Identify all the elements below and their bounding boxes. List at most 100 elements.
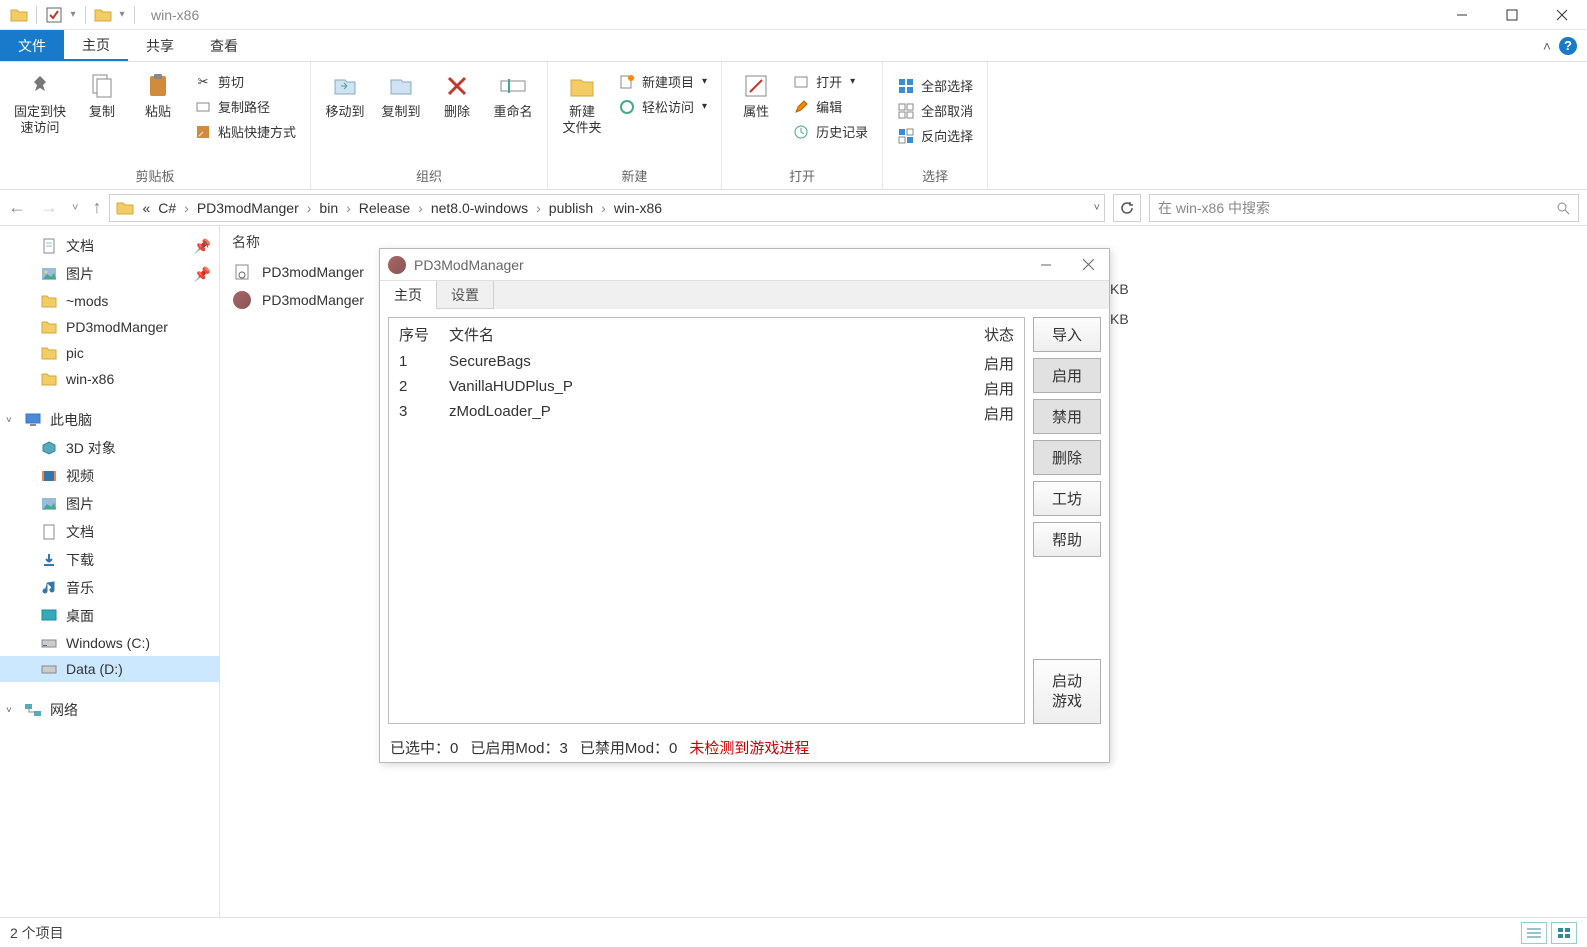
workshop-button[interactable]: 工坊 [1033, 481, 1101, 516]
breadcrumb-item[interactable]: net8.0-windows [431, 200, 528, 216]
tab-file[interactable]: 文件 [0, 30, 64, 61]
breadcrumb[interactable]: « C#› PD3modManger› bin› Release› net8.0… [109, 194, 1105, 222]
breadcrumb-item[interactable]: C# [158, 200, 176, 216]
sidebar-item[interactable]: 文档📌 [0, 232, 219, 260]
copy-button[interactable]: 复制 [76, 66, 128, 124]
up-button[interactable]: ↑ [92, 197, 101, 218]
chevron-down-icon[interactable]: ˅ [1094, 202, 1100, 214]
tab-settings[interactable]: 设置 [437, 281, 494, 309]
sidebar-item[interactable]: 桌面 [0, 602, 219, 630]
mod-table[interactable]: 序号 文件名 状态 1SecureBags启用 2VanillaHUDPlus_… [388, 317, 1025, 724]
refresh-button[interactable] [1113, 194, 1141, 222]
dropdown-icon[interactable]: ▾ [116, 4, 128, 26]
tab-view[interactable]: 查看 [192, 30, 256, 61]
select-none-button[interactable]: 全部取消 [891, 99, 979, 122]
close-button[interactable] [1537, 0, 1587, 30]
sidebar-item[interactable]: pic [0, 340, 219, 366]
launch-game-button[interactable]: 启动 游戏 [1033, 659, 1101, 724]
forward-button[interactable]: → [40, 197, 58, 218]
sidebar-item[interactable]: ~mods [0, 288, 219, 314]
chevron-up-icon[interactable]: ˄ [201, 236, 209, 252]
back-button[interactable]: ← [8, 197, 26, 218]
size-suffix: KB [1110, 311, 1129, 327]
dropdown-icon[interactable]: ▾ [67, 4, 79, 26]
app-titlebar[interactable]: PD3ModManager [380, 249, 1109, 281]
breadcrumb-item[interactable]: PD3modManger [197, 200, 299, 216]
paste-shortcut-button[interactable]: 粘贴快捷方式 [188, 120, 302, 143]
sidebar-network[interactable]: ˅网络 [0, 696, 219, 724]
sidebar-item[interactable]: PD3modManger [0, 314, 219, 340]
breadcrumb-item[interactable]: bin [319, 200, 338, 216]
sidebar-item[interactable]: 音乐 [0, 574, 219, 602]
delete-button[interactable]: 删除 [431, 66, 483, 124]
folder-icon[interactable] [92, 4, 114, 26]
recent-dropdown[interactable]: ˅ [72, 202, 78, 214]
delete-button[interactable]: 删除 [1033, 440, 1101, 475]
sidebar-item[interactable]: Data (D:) [0, 656, 219, 682]
breadcrumb-item[interactable]: Release [359, 200, 410, 216]
breadcrumb-item[interactable]: win-x86 [614, 200, 662, 216]
tab-home[interactable]: 主页 [64, 30, 128, 61]
mod-row[interactable]: 3zModLoader_P启用 [389, 401, 1024, 426]
new-folder-button[interactable]: 新建 文件夹 [556, 66, 608, 139]
delete-icon [441, 70, 473, 102]
checkbox-icon[interactable] [43, 4, 65, 26]
sidebar-item[interactable]: 文档 [0, 518, 219, 546]
sidebar-this-pc[interactable]: ˅此电脑 [0, 406, 219, 434]
cut-button[interactable]: ✂剪切 [188, 70, 302, 93]
sidebar-item[interactable]: win-x86 [0, 366, 219, 392]
select-all-button[interactable]: 全部选择 [891, 74, 979, 97]
import-button[interactable]: 导入 [1033, 317, 1101, 352]
disable-button[interactable]: 禁用 [1033, 399, 1101, 434]
sidebar-item[interactable]: 下载 [0, 546, 219, 574]
group-new: 新建 文件夹 新建项目▾ 轻松访问▾ 新建 [548, 62, 722, 189]
close-button[interactable] [1067, 249, 1109, 281]
breadcrumb-overflow[interactable]: « [138, 200, 154, 216]
invert-selection-button[interactable]: 反向选择 [891, 124, 979, 147]
enable-button[interactable]: 启用 [1033, 358, 1101, 393]
maximize-button[interactable] [1487, 0, 1537, 30]
group-label: 选择 [891, 164, 979, 187]
open-button[interactable]: 打开▾ [786, 70, 874, 93]
chevron-right-icon: › [532, 200, 545, 216]
help-icon[interactable]: ? [1559, 37, 1577, 55]
tab-share[interactable]: 共享 [128, 30, 192, 61]
computer-icon [24, 411, 42, 429]
sidebar-item[interactable]: 视频 [0, 462, 219, 490]
sidebar-item[interactable]: Windows (C:) [0, 630, 219, 656]
breadcrumb-item[interactable]: publish [549, 200, 593, 216]
mod-row[interactable]: 1SecureBags启用 [389, 351, 1024, 376]
app-side-buttons: 导入 启用 禁用 删除 工坊 帮助 启动 游戏 [1033, 317, 1101, 724]
search-input[interactable]: 在 win-x86 中搜索 [1149, 194, 1579, 222]
pin-quick-access-button[interactable]: 固定到快 速访问 [8, 66, 72, 139]
explorer-status-bar: 2 个项目 [0, 917, 1587, 947]
details-view-button[interactable] [1521, 922, 1547, 944]
chevron-down-icon[interactable]: ˅ [6, 415, 12, 426]
rename-button[interactable]: 重命名 [487, 66, 539, 124]
path-icon [194, 98, 212, 116]
mod-row[interactable]: 2VanillaHUDPlus_P启用 [389, 376, 1024, 401]
drive-icon [40, 660, 58, 678]
sidebar-item[interactable]: 图片📌 [0, 260, 219, 288]
shortcut-icon [194, 123, 212, 141]
easy-access-button[interactable]: 轻松访问▾ [612, 95, 713, 118]
history-button[interactable]: 历史记录 [786, 120, 874, 143]
chevron-down-icon[interactable]: ˅ [6, 705, 12, 716]
sidebar-item[interactable]: 3D 对象 [0, 434, 219, 462]
new-item-button[interactable]: 新建项目▾ [612, 70, 713, 93]
help-button[interactable]: 帮助 [1033, 522, 1101, 557]
thumbnails-view-button[interactable] [1551, 922, 1577, 944]
tab-main[interactable]: 主页 [380, 281, 437, 309]
copy-path-button[interactable]: 复制路径 [188, 95, 302, 118]
properties-button[interactable]: 属性 [730, 66, 782, 124]
paste-button[interactable]: 粘贴 [132, 66, 184, 124]
minimize-button[interactable] [1025, 249, 1067, 281]
sidebar-item[interactable]: 图片 [0, 490, 219, 518]
minimize-button[interactable] [1437, 0, 1487, 30]
move-to-button[interactable]: 移动到 [319, 66, 371, 124]
navigation-pane[interactable]: ˄ 文档📌 图片📌 ~mods PD3modManger pic win-x86… [0, 226, 220, 932]
chevron-up-icon[interactable]: ˄ [1543, 38, 1551, 54]
edit-button[interactable]: 编辑 [786, 95, 874, 118]
column-name[interactable]: 名称 [232, 232, 260, 252]
copy-to-button[interactable]: 复制到 [375, 66, 427, 124]
